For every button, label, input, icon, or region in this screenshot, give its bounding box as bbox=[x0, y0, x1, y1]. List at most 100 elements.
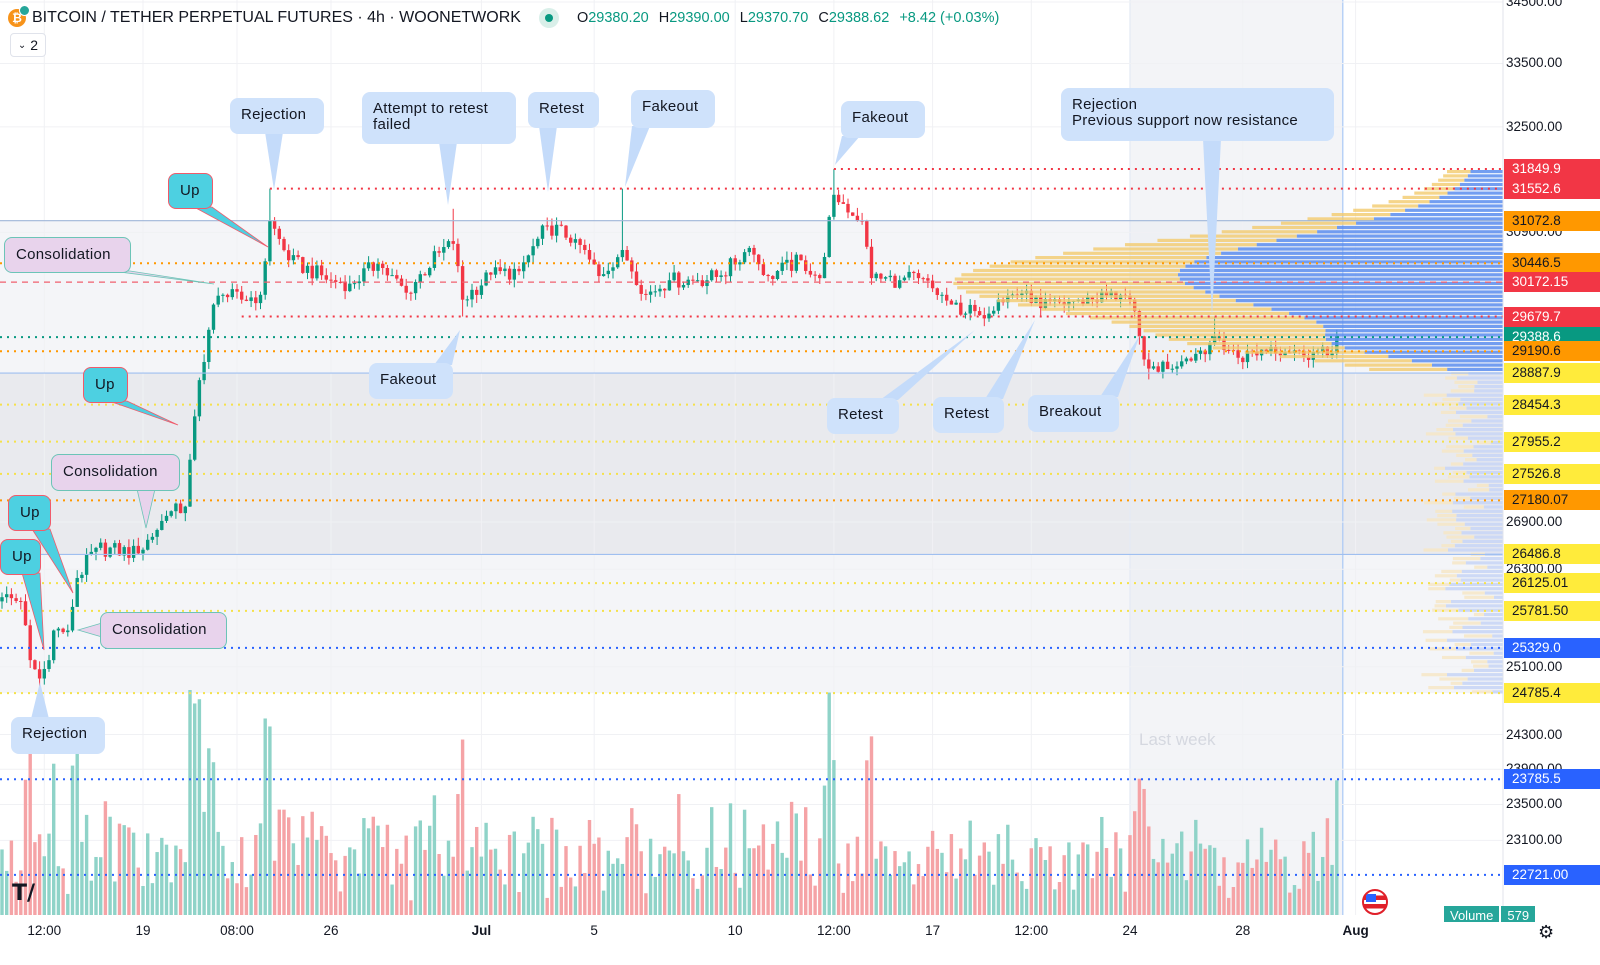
candle-body bbox=[681, 284, 686, 288]
callout-retest[interactable]: Retest bbox=[827, 398, 899, 434]
callout-up[interactable]: Up bbox=[8, 495, 51, 531]
volume-bar bbox=[658, 854, 662, 915]
volume-bar bbox=[155, 852, 159, 915]
price-axis-tick: 26900.00 bbox=[1506, 514, 1563, 530]
volume-bar bbox=[493, 848, 498, 915]
volume-bar bbox=[1067, 842, 1071, 915]
gear-icon[interactable]: ⚙ bbox=[1538, 922, 1554, 943]
candle-body bbox=[916, 273, 921, 279]
volume-profile-up-bar bbox=[1448, 548, 1503, 552]
volume-bar bbox=[1175, 843, 1179, 915]
volume-bar bbox=[940, 852, 944, 915]
callout-up[interactable]: Up bbox=[168, 173, 213, 209]
callout-fakeout[interactable]: Fakeout bbox=[369, 363, 453, 399]
volume-profile-down-bar bbox=[1425, 638, 1447, 642]
volume-bar bbox=[489, 849, 493, 915]
candle-body bbox=[99, 542, 103, 548]
volume-bar bbox=[362, 818, 366, 915]
volume-bar bbox=[1095, 851, 1099, 915]
candle-body bbox=[136, 545, 140, 554]
volume-bar bbox=[423, 849, 427, 915]
volume-bar bbox=[413, 826, 418, 915]
callout-retest[interactable]: Retest bbox=[933, 397, 1004, 433]
callout-rejection[interactable]: Rejection bbox=[230, 98, 324, 134]
volume-bar bbox=[1231, 887, 1236, 915]
volume-bar bbox=[822, 785, 827, 915]
volume-legend[interactable]: Volume 579 bbox=[1444, 906, 1537, 922]
volume-profile-up-bar bbox=[1465, 561, 1503, 565]
candle-body bbox=[113, 543, 117, 548]
volume-value: 579 bbox=[1501, 906, 1536, 922]
price-level-label: 25781.50 bbox=[1504, 600, 1600, 621]
volume-bar bbox=[1335, 780, 1339, 915]
candle-body bbox=[1180, 361, 1184, 367]
callout-retest[interactable]: Retest bbox=[528, 92, 599, 128]
callout-rejection[interactable]: Rejection bbox=[11, 717, 105, 754]
price-chart[interactable] bbox=[0, 0, 1600, 965]
price-axis-tick: 23500.00 bbox=[1506, 796, 1563, 812]
volume-bar bbox=[1015, 872, 1019, 915]
volume-profile-down-bar bbox=[1423, 393, 1447, 397]
candle-body bbox=[225, 294, 230, 298]
volume-profile-up-bar bbox=[1185, 264, 1503, 268]
callout-consolidation[interactable]: Consolidation bbox=[100, 612, 227, 649]
callout-breakout[interactable]: Breakout bbox=[1028, 395, 1119, 432]
volume-bar bbox=[244, 887, 249, 915]
candle-body bbox=[677, 272, 681, 288]
callout-attempt-to-retest[interactable]: Attempt to retest failed bbox=[362, 92, 516, 144]
volume-profile-down-bar bbox=[1434, 479, 1464, 483]
callout-rejection[interactable]: Rejection Previous support now resistanc… bbox=[1061, 88, 1334, 141]
volume-bar bbox=[465, 870, 469, 915]
chart-header: ₿ BITCOIN / TETHER PERPETUAL FUTURES · 4… bbox=[8, 5, 999, 28]
collapse-indicators-button[interactable]: ⌄ 2 bbox=[10, 33, 46, 57]
tradingview-logo[interactable]: T/ bbox=[12, 881, 35, 906]
us-flag-icon[interactable] bbox=[1362, 889, 1388, 915]
volume-profile-down-bar bbox=[1424, 501, 1453, 505]
callout-up[interactable]: Up bbox=[83, 367, 128, 403]
volume-bar bbox=[526, 842, 531, 915]
volume-profile-up-bar bbox=[1474, 535, 1503, 539]
candle-body bbox=[719, 275, 723, 277]
symbol-title[interactable]: BITCOIN / TETHER PERPETUAL FUTURES · 4h … bbox=[32, 9, 521, 27]
volume-bar bbox=[1269, 849, 1273, 915]
volume-profile-up-bar bbox=[1473, 668, 1503, 672]
volume-profile-down-bar bbox=[1018, 303, 1254, 307]
candle-body bbox=[879, 273, 883, 279]
volume-profile-up-bar bbox=[1364, 350, 1503, 354]
volume-bar bbox=[846, 843, 850, 915]
callout-fakeout[interactable]: Fakeout bbox=[841, 101, 925, 138]
volume-bar bbox=[446, 840, 451, 915]
volume-profile-up-bar bbox=[1452, 501, 1503, 505]
volume-bar bbox=[211, 762, 216, 915]
candle-body bbox=[954, 302, 958, 305]
candle-body bbox=[573, 239, 578, 243]
volume-bar bbox=[103, 801, 108, 915]
candle-body bbox=[366, 262, 371, 269]
candle-body bbox=[808, 270, 813, 275]
price-axis-tick: 33500.00 bbox=[1506, 55, 1563, 71]
callout-consolidation[interactable]: Consolidation bbox=[51, 454, 180, 491]
candle-body bbox=[244, 299, 249, 301]
candle-body bbox=[507, 268, 512, 280]
volume-bar bbox=[254, 834, 258, 915]
volume-profile-up-bar bbox=[1193, 286, 1503, 290]
volume-profile-up-bar bbox=[1238, 247, 1503, 251]
volume-profile-down-bar bbox=[997, 299, 1236, 303]
candle-body bbox=[357, 281, 361, 284]
callout-up[interactable]: Up bbox=[0, 539, 41, 575]
volume-profile-down-bar bbox=[1421, 673, 1447, 677]
candle-body bbox=[898, 280, 902, 288]
volume-profile-up-bar bbox=[1469, 475, 1503, 479]
volume-profile-up-bar bbox=[1483, 612, 1503, 617]
callout-consolidation[interactable]: Consolidation bbox=[4, 237, 131, 273]
volume-bar bbox=[1001, 863, 1005, 915]
volume-bar bbox=[305, 837, 310, 915]
candle-body bbox=[813, 274, 817, 276]
volume-profile-up-bar bbox=[1462, 423, 1503, 427]
callout-fakeout[interactable]: Fakeout bbox=[631, 90, 715, 128]
candle-body bbox=[1194, 353, 1198, 361]
candle-body bbox=[56, 628, 61, 631]
volume-profile-up-bar bbox=[1456, 574, 1503, 578]
candle-body bbox=[601, 274, 606, 277]
volume-bar bbox=[611, 863, 615, 915]
